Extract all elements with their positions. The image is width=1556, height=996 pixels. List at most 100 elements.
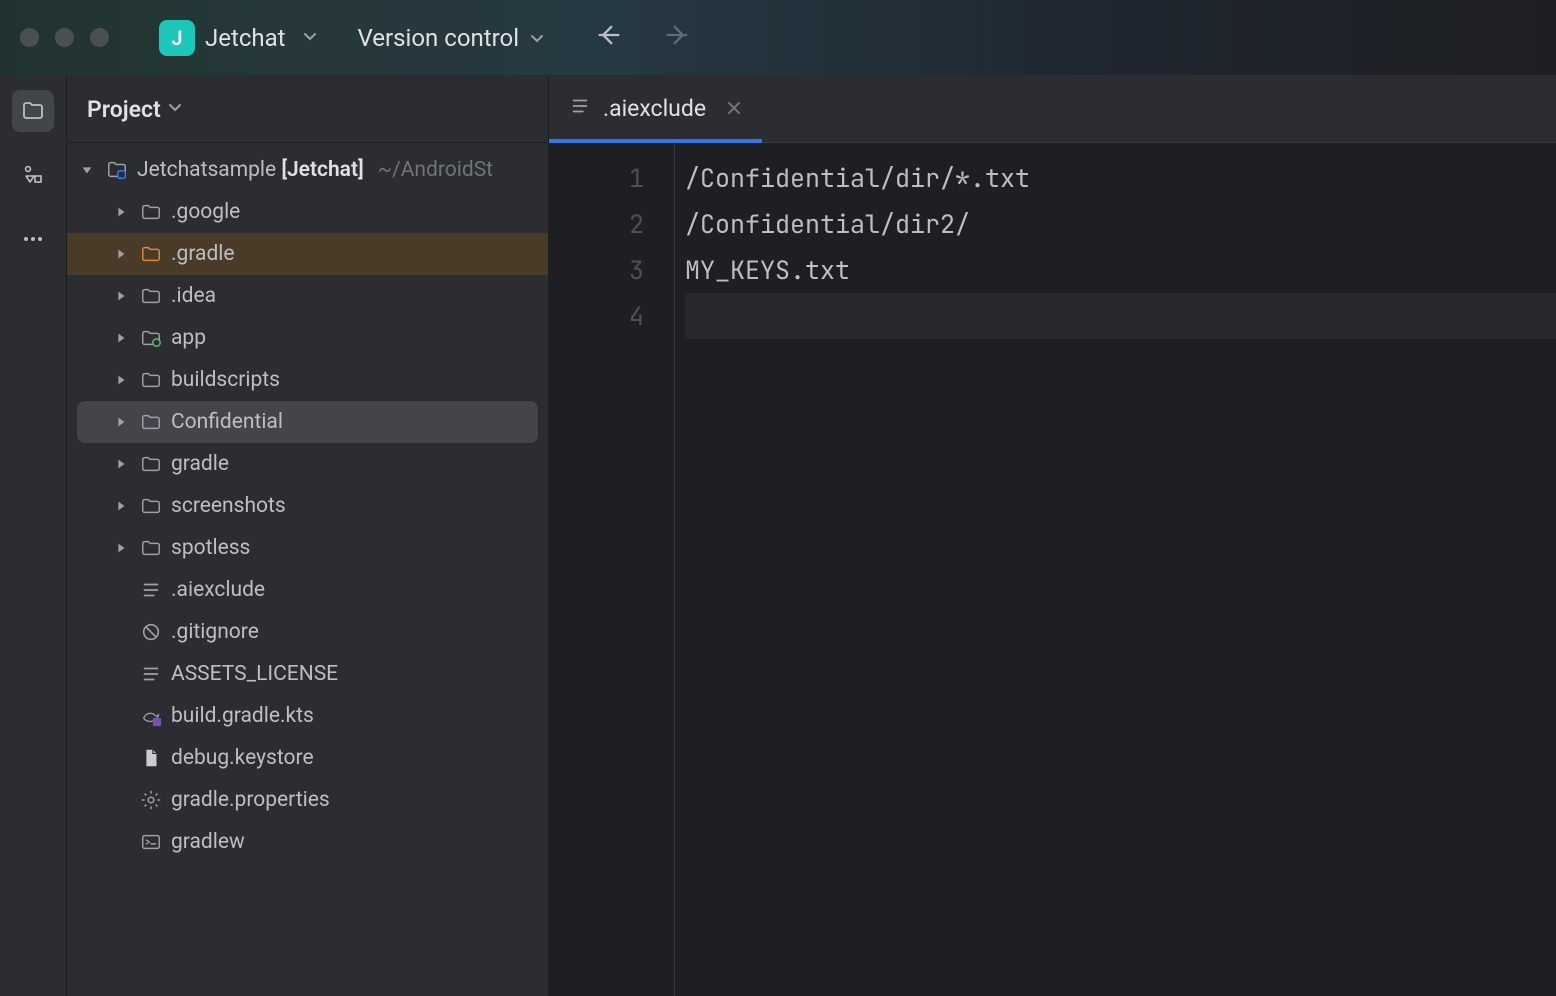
tree-item-label: Confidential bbox=[171, 410, 283, 434]
tree-item[interactable]: build.gradle.kts bbox=[67, 695, 548, 737]
tree-item-label: debug.keystore bbox=[171, 746, 314, 770]
gear-icon bbox=[139, 789, 163, 811]
tree-item-label: ASSETS_LICENSE bbox=[171, 662, 338, 686]
folder-icon bbox=[139, 411, 163, 433]
tree-item-label: app bbox=[171, 326, 206, 350]
editor-tabbar: .aiexclude bbox=[549, 76, 1556, 143]
traffic-max[interactable] bbox=[90, 28, 109, 47]
nav-forward-button bbox=[663, 21, 691, 55]
tree-root-path: ~/AndroidSt bbox=[378, 158, 493, 182]
tree-item[interactable]: debug.keystore bbox=[67, 737, 548, 779]
vcs-label: Version control bbox=[358, 24, 520, 52]
code-line[interactable]: /Confidential/dir2/ bbox=[685, 201, 1556, 247]
tree-item[interactable]: gradle bbox=[67, 443, 548, 485]
chevron-right-icon[interactable] bbox=[111, 415, 131, 429]
chevron-right-icon[interactable] bbox=[111, 331, 131, 345]
folder-icon bbox=[139, 285, 163, 307]
tool-strip bbox=[0, 76, 67, 996]
tree-item[interactable]: app bbox=[67, 317, 548, 359]
chevron-right-icon[interactable] bbox=[111, 541, 131, 555]
project-panel: Project Jetchatsample [Jetchat] ~/Androi… bbox=[67, 76, 549, 996]
chevron-right-icon[interactable] bbox=[111, 289, 131, 303]
chevron-down-icon[interactable] bbox=[77, 163, 97, 177]
structure-tool-button[interactable] bbox=[12, 154, 54, 196]
code-line[interactable]: MY_KEYS.txt bbox=[685, 247, 1556, 293]
project-folder-icon bbox=[105, 159, 129, 181]
project-panel-header[interactable]: Project bbox=[67, 76, 548, 143]
folder-icon bbox=[139, 537, 163, 559]
tree-root-label: Jetchatsample [Jetchat] bbox=[137, 158, 364, 182]
titlebar: J Jetchat Version control bbox=[0, 0, 1556, 76]
close-icon[interactable] bbox=[726, 95, 742, 122]
chevron-right-icon[interactable] bbox=[111, 499, 131, 513]
gradlekts-icon bbox=[139, 705, 163, 727]
tree-item[interactable]: .gitignore bbox=[67, 611, 548, 653]
textfile-icon bbox=[139, 663, 163, 685]
traffic-min[interactable] bbox=[55, 28, 74, 47]
code-line[interactable] bbox=[685, 293, 1556, 339]
tree-item[interactable]: .google bbox=[67, 191, 548, 233]
folder-icon bbox=[139, 495, 163, 517]
traffic-close[interactable] bbox=[20, 28, 39, 47]
module-icon bbox=[139, 327, 163, 349]
project-badge: J bbox=[159, 20, 195, 56]
folder-icon bbox=[139, 453, 163, 475]
tree-item-label: gradle.properties bbox=[171, 788, 330, 812]
chevron-right-icon[interactable] bbox=[111, 373, 131, 387]
tree-item-label: buildscripts bbox=[171, 368, 280, 392]
tree-item[interactable]: .aiexclude bbox=[67, 569, 548, 611]
chevron-down-icon bbox=[302, 26, 318, 50]
folder-icon bbox=[139, 201, 163, 223]
line-number: 3 bbox=[549, 247, 644, 293]
folder-icon bbox=[139, 243, 163, 265]
chevron-right-icon[interactable] bbox=[111, 457, 131, 471]
chevron-right-icon[interactable] bbox=[111, 247, 131, 261]
tree-item-label: .gradle bbox=[171, 242, 235, 266]
tree-item-label: screenshots bbox=[171, 494, 286, 518]
line-number: 1 bbox=[549, 155, 644, 201]
tree-item[interactable]: .gradle bbox=[67, 233, 548, 275]
tree-item-label: .google bbox=[171, 200, 240, 224]
tree-item[interactable]: spotless bbox=[67, 527, 548, 569]
file-icon bbox=[139, 747, 163, 769]
more-tool-button[interactable] bbox=[12, 218, 54, 260]
project-selector[interactable]: J Jetchat bbox=[149, 14, 328, 62]
vcs-selector[interactable]: Version control bbox=[358, 24, 546, 52]
line-gutter: 1234 bbox=[549, 143, 675, 996]
tree-item-label: gradle bbox=[171, 452, 229, 476]
folder-icon bbox=[139, 369, 163, 391]
panel-title: Project bbox=[87, 96, 161, 123]
tree-item[interactable]: .idea bbox=[67, 275, 548, 317]
window-controls bbox=[20, 28, 109, 47]
line-number: 2 bbox=[549, 201, 644, 247]
tree-item-label: build.gradle.kts bbox=[171, 704, 314, 728]
code-lines[interactable]: /Confidential/dir/*.txt/Confidential/dir… bbox=[675, 143, 1556, 996]
tree-item[interactable]: screenshots bbox=[67, 485, 548, 527]
chevron-down-icon bbox=[529, 24, 545, 52]
tree-item-label: spotless bbox=[171, 536, 250, 560]
chevron-down-icon bbox=[167, 97, 183, 121]
tree-item[interactable]: ASSETS_LICENSE bbox=[67, 653, 548, 695]
code-line[interactable]: /Confidential/dir/*.txt bbox=[685, 155, 1556, 201]
nav-back-button[interactable] bbox=[595, 21, 623, 55]
project-tree[interactable]: Jetchatsample [Jetchat] ~/AndroidSt .goo… bbox=[67, 143, 548, 996]
tree-item-label: .aiexclude bbox=[171, 578, 265, 602]
tree-root[interactable]: Jetchatsample [Jetchat] ~/AndroidSt bbox=[67, 149, 548, 191]
tab-filename: .aiexclude bbox=[603, 95, 706, 122]
line-number: 4 bbox=[549, 293, 644, 339]
tree-item-label: .gitignore bbox=[171, 620, 259, 644]
editor-tab[interactable]: .aiexclude bbox=[549, 75, 762, 142]
project-name: Jetchat bbox=[205, 24, 286, 52]
ignore-icon bbox=[139, 621, 163, 643]
shell-icon bbox=[139, 831, 163, 853]
tree-item-label: gradlew bbox=[171, 830, 245, 854]
editor-area: .aiexclude 1234 /Confidential/dir/*.txt/… bbox=[549, 76, 1556, 996]
nav-arrows bbox=[595, 21, 691, 55]
project-tool-button[interactable] bbox=[12, 90, 54, 132]
tree-item[interactable]: Confidential bbox=[77, 401, 538, 443]
code-editor[interactable]: 1234 /Confidential/dir/*.txt/Confidentia… bbox=[549, 143, 1556, 996]
tree-item[interactable]: gradlew bbox=[67, 821, 548, 863]
chevron-right-icon[interactable] bbox=[111, 205, 131, 219]
tree-item[interactable]: buildscripts bbox=[67, 359, 548, 401]
tree-item[interactable]: gradle.properties bbox=[67, 779, 548, 821]
